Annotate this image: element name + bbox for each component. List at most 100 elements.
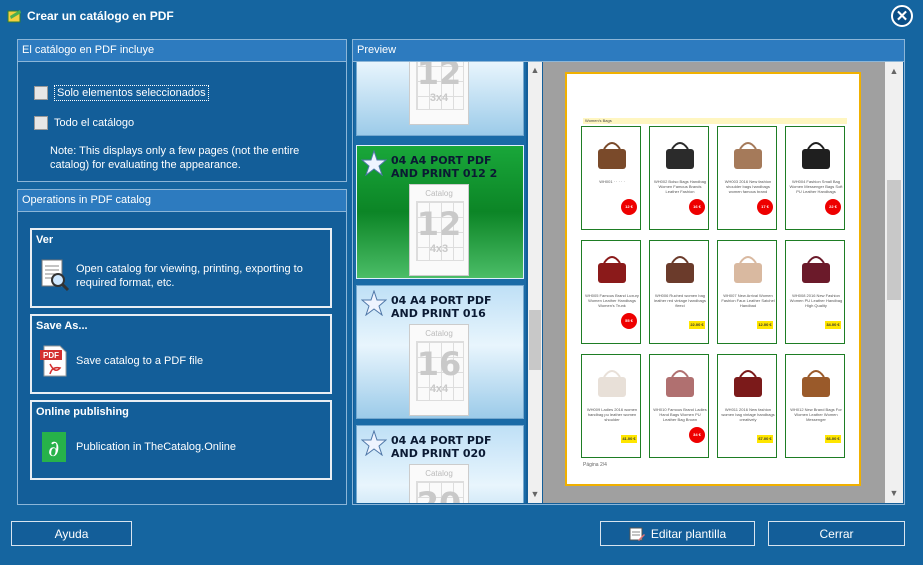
product-image-icon xyxy=(802,370,830,397)
template-list-scroll-thumb[interactable] xyxy=(529,310,541,370)
view-operation[interactable]: Ver Open catalog for viewing, printing, … xyxy=(30,228,332,308)
product-description: WH008 2016 New Fashion Women PU Leather … xyxy=(789,293,843,308)
include-panel: El catálogo en PDF incluye Solo elemento… xyxy=(17,39,347,182)
scroll-down-icon[interactable]: ▼ xyxy=(889,488,899,498)
preview-scrollbar[interactable]: ▲ ▼ xyxy=(885,62,903,503)
pdf-file-icon: PDF xyxy=(40,345,67,377)
product-image-icon xyxy=(802,142,830,169)
product-price-badge: 66.00 € xyxy=(825,435,841,443)
checkbox-selected-items[interactable] xyxy=(34,86,48,100)
online-publishing-operation-title: Online publishing xyxy=(36,406,129,418)
product-card: WH011 2016 New fashion women bag vintage… xyxy=(717,354,777,458)
close-window-button[interactable]: ✕ xyxy=(891,5,913,27)
option-selected-items-label[interactable]: Solo elementos seleccionados xyxy=(54,85,209,101)
product-price-badge: 16 € xyxy=(689,199,705,215)
product-price-badge: 41.00 € xyxy=(621,435,637,443)
edit-template-label: Editar plantilla xyxy=(650,526,727,541)
save-as-operation-text: Save catalog to a PDF file xyxy=(76,355,204,367)
template-item[interactable]: 04 A4 PORT PDF AND PRINT 020 Catalog 20 xyxy=(356,425,524,503)
star-icon xyxy=(361,290,387,316)
template-name: 04 A4 PORT PDF AND PRINT 012 2 xyxy=(391,154,498,180)
template-item[interactable]: Catalog 12 3x4 xyxy=(356,62,524,136)
close-button-label: Cerrar xyxy=(819,526,854,541)
template-grid-label: 3x4 xyxy=(429,92,449,104)
scroll-up-icon[interactable]: ▲ xyxy=(530,65,540,75)
template-list-scrollbar[interactable]: ▲ ▼ xyxy=(528,62,542,503)
template-list[interactable]: Catalog 12 3x4 04 A4 PORT PDF AND PRINT … xyxy=(354,62,526,503)
product-price-badge: 17 € xyxy=(757,199,773,215)
template-thumbnail: Catalog 20 xyxy=(409,464,469,503)
operations-panel-header: Operations in PDF catalog xyxy=(18,190,346,212)
template-thumbnail: Catalog 16 4x4 xyxy=(409,324,469,416)
template-page-number: 16 xyxy=(416,345,462,383)
option-whole-catalog[interactable]: Todo el catálogo xyxy=(34,116,134,130)
include-panel-header: El catálogo en PDF incluye xyxy=(18,40,346,62)
product-card: WH001 · · · · · 12 € xyxy=(581,126,641,230)
preview-note: Note: This displays only a few pages (no… xyxy=(50,145,300,171)
template-thumbnail: Catalog 12 3x4 xyxy=(409,62,469,125)
template-page-number: 12 xyxy=(416,62,462,92)
catalog-page-number: Página 2/4 xyxy=(583,462,607,468)
template-page-number: 20 xyxy=(410,485,468,503)
product-image-icon xyxy=(598,142,626,169)
template-grid-label: 4x4 xyxy=(429,383,449,395)
close-button[interactable]: Cerrar xyxy=(768,521,905,546)
product-image-icon xyxy=(666,256,694,283)
online-publishing-operation-text: Publication in TheCatalog.Online xyxy=(76,441,237,453)
template-item-selected[interactable]: 04 A4 PORT PDF AND PRINT 012 2 Catalog 1… xyxy=(356,145,524,279)
app-logo-icon xyxy=(7,10,21,23)
view-operation-title: Ver xyxy=(36,234,54,246)
product-description: WH007 New Arrival Women Fashion Faux Lea… xyxy=(721,293,775,308)
svg-text:PDF: PDF xyxy=(43,351,59,360)
template-page-caption: Catalog xyxy=(425,189,453,198)
product-price-badge: 55 € xyxy=(621,313,637,329)
help-button-label: Ayuda xyxy=(54,526,89,541)
operations-panel: Operations in PDF catalog Ver Open catal… xyxy=(17,189,347,505)
product-price-badge: 22.00 € xyxy=(689,321,705,329)
product-description: WH004 Fashion Small Bag Women Messenger … xyxy=(789,179,843,194)
checkbox-whole-catalog[interactable] xyxy=(34,116,48,130)
online-publishing-operation[interactable]: Online publishing ∂ Publication in TheCa… xyxy=(30,400,332,480)
template-page-caption: Catalog xyxy=(425,469,453,478)
edit-template-button[interactable]: Editar plantilla xyxy=(600,521,755,546)
product-price-badge: 67.00 € xyxy=(757,435,773,443)
product-description: WH001 · · · · · xyxy=(599,179,625,184)
star-icon xyxy=(361,150,387,176)
thecatalog-online-icon: ∂ xyxy=(42,432,66,462)
product-price-badge: 22 € xyxy=(825,199,841,215)
catalog-section-header: Women's Bags xyxy=(583,118,847,124)
template-page-number: 12 xyxy=(416,205,462,243)
product-description: WH005 Famous Brand Luxury Women Leather … xyxy=(585,293,639,308)
product-price-badge: 12 € xyxy=(621,199,637,215)
template-page-caption: Catalog xyxy=(425,329,453,338)
page-preview-area: Women's Bags WH001 · · · · · 12 € WH002 Bo… xyxy=(543,62,903,503)
save-as-operation-title: Save As... xyxy=(36,320,88,332)
option-selected-items[interactable]: Solo elementos seleccionados xyxy=(34,85,209,101)
preview-scroll-thumb[interactable] xyxy=(887,180,901,300)
product-image-icon xyxy=(734,256,762,283)
product-description: WH011 2016 New fashion women bag vintage… xyxy=(721,407,775,422)
product-description: WH010 Famous Brand Ladies Hand Bags Wome… xyxy=(653,407,707,422)
template-name: 04 A4 PORT PDF AND PRINT 020 xyxy=(391,434,492,460)
product-image-icon xyxy=(666,370,694,397)
scroll-down-icon[interactable]: ▼ xyxy=(530,489,540,499)
template-grid-label: 4x3 xyxy=(429,243,449,255)
product-image-icon xyxy=(598,256,626,283)
product-card: WH004 Fashion Small Bag Women Messenger … xyxy=(785,126,845,230)
view-operation-text: Open catalog for viewing, printing, expo… xyxy=(76,263,303,289)
window-title: Crear un catálogo en PDF xyxy=(27,9,174,23)
save-as-operation[interactable]: Save As... PDF Save catalog to a PDF fil… xyxy=(30,314,332,394)
scroll-up-icon[interactable]: ▲ xyxy=(889,66,899,76)
template-item[interactable]: 04 A4 PORT PDF AND PRINT 016 Catalog 16 … xyxy=(356,285,524,419)
product-card: WH006 Ruched women bag leather red vinta… xyxy=(649,240,709,344)
product-card: WH003 2016 New fashion shoulder bags han… xyxy=(717,126,777,230)
product-image-icon xyxy=(734,370,762,397)
option-whole-catalog-label[interactable]: Todo el catálogo xyxy=(54,117,134,129)
product-price-badge: 34.00 € xyxy=(825,321,841,329)
product-card: WH010 Famous Brand Ladies Hand Bags Wome… xyxy=(649,354,709,458)
product-description: WH003 2016 New fashion shoulder bags han… xyxy=(724,179,772,194)
document-magnifier-icon xyxy=(41,259,70,292)
product-price-badge: 12.00 € xyxy=(757,321,773,329)
help-button[interactable]: Ayuda xyxy=(11,521,132,546)
product-card: WH007 New Arrival Women Fashion Faux Lea… xyxy=(717,240,777,344)
